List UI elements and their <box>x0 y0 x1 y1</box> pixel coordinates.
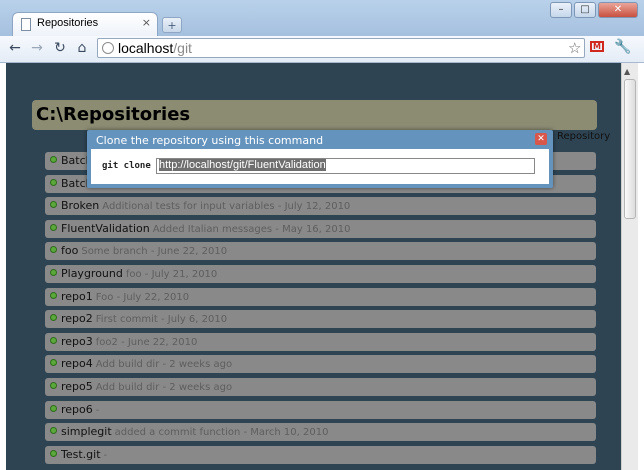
repository-name[interactable]: simplegit <box>61 425 112 438</box>
home-button[interactable]: ⌂ <box>73 39 91 57</box>
repository-description: Add build dir - 2 weeks ago <box>95 359 233 371</box>
repository-name[interactable]: FluentValidation <box>61 222 150 235</box>
clone-url-value: http://localhost/git/FluentValidation <box>159 159 326 171</box>
page-title: C:\Repositories <box>36 104 191 125</box>
repository-row[interactable]: Playground foo - July 21, 2010 <box>45 264 596 283</box>
repository-name[interactable]: foo <box>61 244 78 257</box>
page-header: C:\Repositories <box>32 100 597 130</box>
repository-name[interactable]: repo1 <box>61 290 93 303</box>
globe-icon <box>102 42 114 54</box>
window-close-button[interactable]: ✕ <box>598 2 638 18</box>
repository-name[interactable]: repo5 <box>61 380 93 393</box>
repository-row[interactable]: Test.git - <box>45 445 596 464</box>
dialog-title: Clone the repository using this command <box>96 134 324 147</box>
browser-toolbar: ← → ↻ ⌂ localhost/git ☆ M 🔧 <box>0 36 644 63</box>
repository-row[interactable]: repo3 foo2 - June 22, 2010 <box>45 332 596 351</box>
browser-titlebar: Repositories × + – □ ✕ <box>0 0 644 36</box>
repository-row[interactable]: simplegit added a commit function - March… <box>45 423 596 442</box>
repository-row[interactable]: repo6- <box>45 400 596 419</box>
forward-button[interactable]: → <box>28 39 46 57</box>
address-url: localhost/git <box>118 40 192 56</box>
scroll-up-icon[interactable]: ▲ <box>624 67 630 76</box>
page-viewport: C:\Repositories Repository Batch Batch Bro… <box>6 63 621 470</box>
repository-name[interactable]: repo3 <box>61 335 93 348</box>
repository-description: foo - July 21, 2010 <box>125 268 218 280</box>
repository-description: Foo - July 22, 2010 <box>95 291 190 303</box>
repository-name[interactable]: Test.git <box>61 448 101 461</box>
repository-description: - <box>103 449 108 461</box>
repository-name[interactable]: Playground <box>61 267 123 280</box>
repository-row[interactable]: repo4 Add build dir - 2 weeks ago <box>45 355 596 374</box>
repository-description: First commit - July 6, 2010 <box>95 314 228 326</box>
repository-row[interactable]: FluentValidation Added Italian messages -… <box>45 219 596 238</box>
status-dot-icon <box>50 223 57 231</box>
status-dot-icon <box>50 291 57 299</box>
address-bar[interactable]: localhost/git <box>97 38 585 58</box>
status-dot-icon <box>50 201 57 209</box>
repository-description: Added Italian messages - May 16, 2010 <box>152 223 351 235</box>
status-dot-icon <box>50 178 57 186</box>
status-dot-icon <box>50 359 57 367</box>
new-tab-button[interactable]: + <box>162 17 182 33</box>
status-dot-icon <box>50 156 57 163</box>
repository-name[interactable]: repo6 <box>61 403 93 416</box>
repository-row[interactable]: foo Some branch - June 22, 2010 <box>45 242 596 261</box>
repository-link[interactable]: Repository <box>557 131 617 142</box>
repository-description: Some branch - June 22, 2010 <box>81 246 228 258</box>
status-dot-icon <box>50 449 57 457</box>
repository-description: - <box>95 404 100 416</box>
dialog-close-icon[interactable]: ✕ <box>535 133 547 145</box>
repository-description: Add build dir - 2 weeks ago <box>95 381 233 393</box>
clone-command-label: git clone <box>102 161 151 171</box>
repository-row[interactable]: repo1 Foo - July 22, 2010 <box>45 287 596 306</box>
window-controls: – □ ✕ <box>550 2 638 18</box>
page-icon <box>21 18 31 31</box>
minimize-button[interactable]: – <box>550 2 572 18</box>
status-dot-icon <box>50 381 57 389</box>
scroll-thumb[interactable] <box>624 79 636 219</box>
repository-description: added a commit function - March 10, 2010 <box>114 427 329 439</box>
wrench-icon[interactable]: 🔧 <box>614 39 631 55</box>
status-dot-icon <box>50 268 57 276</box>
status-dot-icon <box>50 404 57 412</box>
repository-row[interactable]: repo5 Add build dir - 2 weeks ago <box>45 377 596 396</box>
status-dot-icon <box>50 246 57 254</box>
maximize-button[interactable]: □ <box>574 2 596 18</box>
repository-row[interactable]: Broken Additional tests for input variabl… <box>45 197 596 216</box>
tab-title: Repositories <box>37 17 99 29</box>
clone-url-field[interactable]: http://localhost/git/FluentValidation <box>156 158 535 174</box>
browser-tab[interactable]: Repositories × <box>12 12 158 36</box>
clone-dialog: Clone the repository using this command … <box>87 130 553 188</box>
repository-description: foo2 - June 22, 2010 <box>95 336 198 348</box>
status-dot-icon <box>50 427 57 435</box>
repository-list: Batch Batch Broken Additional tests for inp… <box>45 152 596 468</box>
repository-name[interactable]: Broken <box>61 199 99 212</box>
gmail-icon[interactable]: M <box>590 41 604 52</box>
star-icon[interactable]: ☆ <box>568 39 581 57</box>
status-dot-icon <box>50 314 57 322</box>
vertical-scrollbar[interactable]: ▲ <box>621 63 638 470</box>
repository-name[interactable]: repo2 <box>61 312 93 325</box>
url-host: localhost <box>118 40 174 56</box>
status-dot-icon <box>50 336 57 344</box>
url-path: /git <box>173 40 192 56</box>
back-button[interactable]: ← <box>6 39 24 57</box>
tab-close-icon[interactable]: × <box>142 16 151 29</box>
repository-row[interactable]: repo2 First commit - July 6, 2010 <box>45 310 596 329</box>
repository-description: Additional tests for input variables - J… <box>102 201 351 213</box>
dialog-body: git clone http://localhost/git/FluentVal… <box>91 149 549 184</box>
repository-name[interactable]: repo4 <box>61 357 93 370</box>
reload-button[interactable]: ↻ <box>51 39 69 57</box>
